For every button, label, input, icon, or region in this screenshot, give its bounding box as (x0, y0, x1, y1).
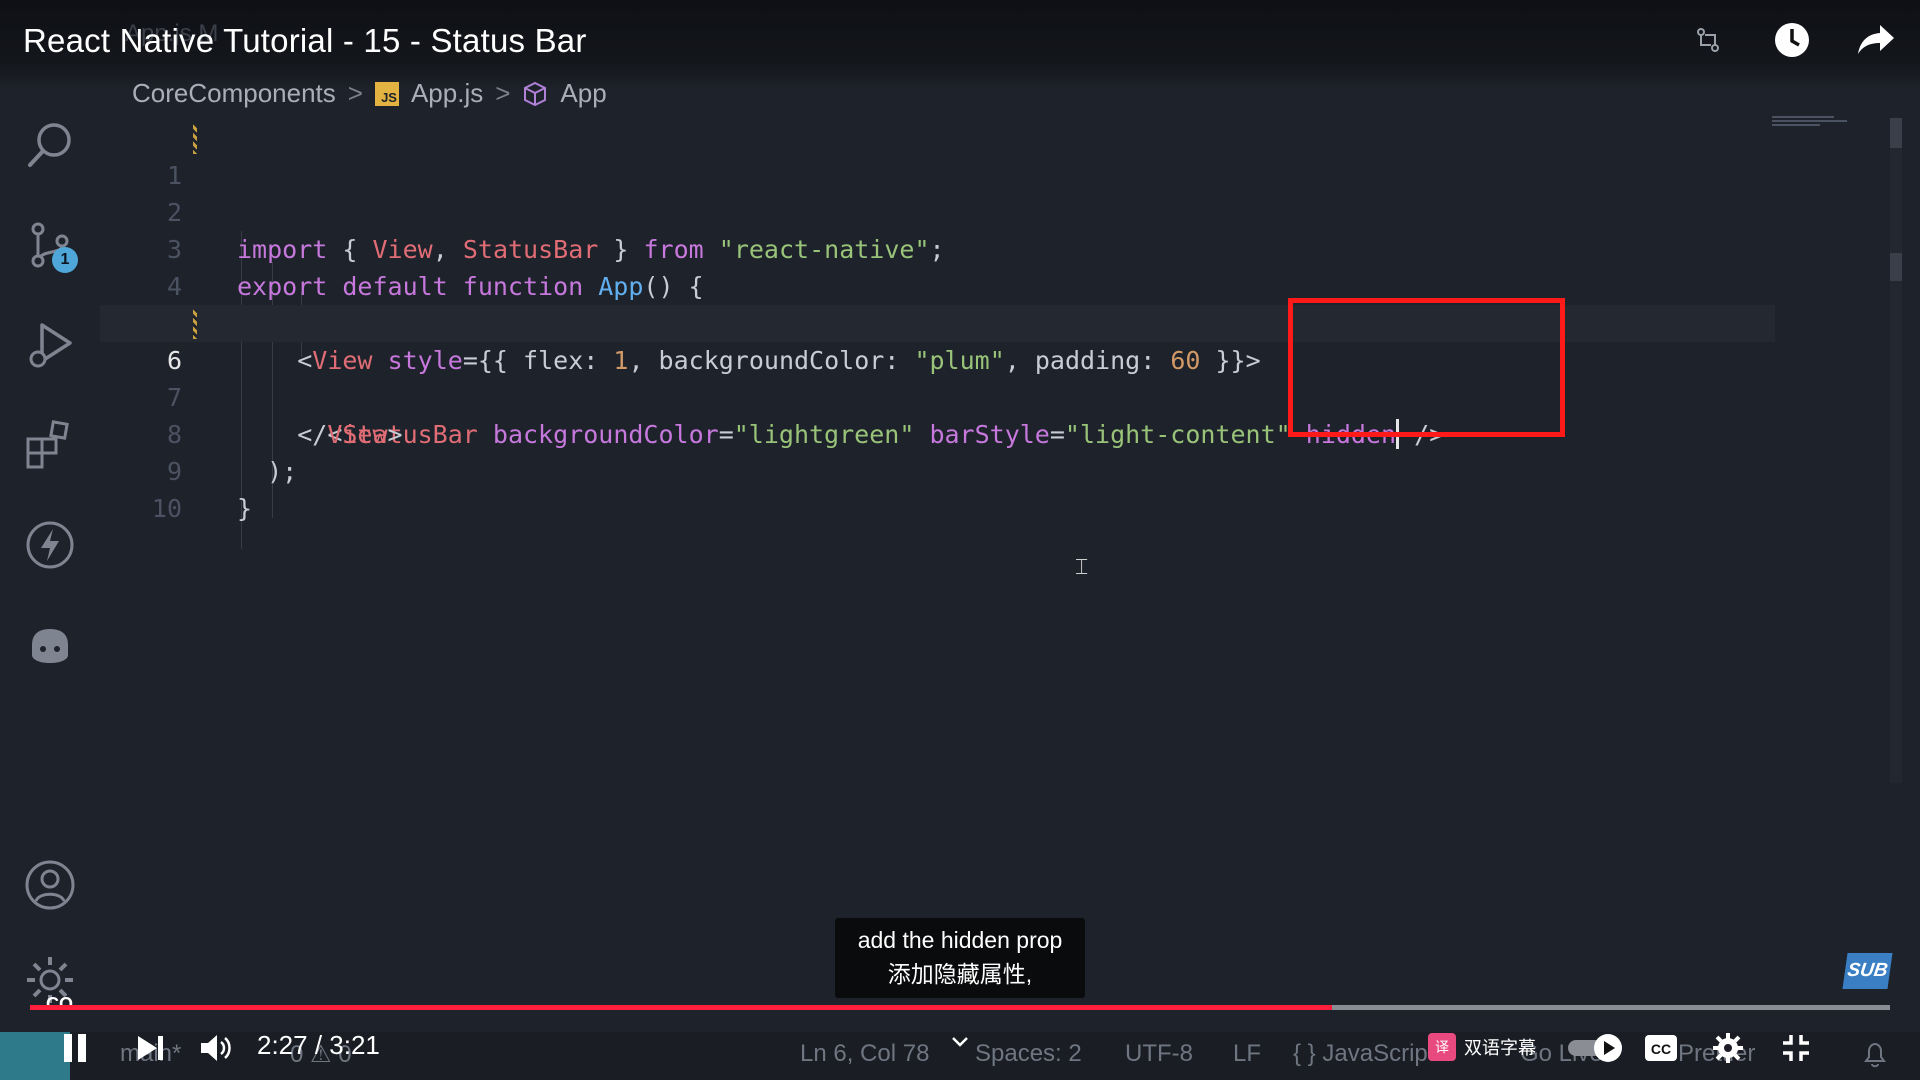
scrollbar-thumb[interactable] (1890, 118, 1902, 148)
git-change-marker (193, 309, 197, 339)
extensions-icon[interactable] (20, 415, 80, 475)
status-eol[interactable]: LF (1233, 1040, 1261, 1068)
subtitle-english: add the hidden prop (857, 927, 1063, 953)
subtitle-box: add the hidden prop 添加隐藏属性, (835, 918, 1085, 998)
thunder-client-icon[interactable] (20, 515, 80, 575)
watch-later-icon[interactable] (1770, 18, 1814, 62)
status-encoding[interactable]: UTF-8 (1125, 1040, 1193, 1068)
next-icon[interactable] (132, 1030, 168, 1066)
search-icon[interactable] (20, 115, 80, 175)
share-icon[interactable] (1854, 18, 1898, 62)
copilot-icon[interactable] (20, 615, 80, 675)
bell-icon[interactable] (1860, 1040, 1890, 1070)
manage-gear-icon[interactable]: CO (20, 950, 80, 1014)
breadcrumb-separator: > (495, 78, 511, 108)
video-progress-bar[interactable] (30, 1005, 1890, 1010)
bilingual-subtitle-label: 双语字幕 (1464, 1038, 1536, 1058)
highlight-annotation-box (1288, 298, 1565, 437)
symbol-cube-icon (524, 81, 547, 106)
code-line[interactable]: 10 (100, 453, 1890, 523)
account-icon[interactable] (20, 855, 80, 915)
status-cursor-position[interactable]: Ln 6, Col 78 (800, 1040, 929, 1068)
compare-icon[interactable] (1686, 18, 1730, 62)
git-change-marker (193, 124, 197, 154)
code-line[interactable]: 9 } (100, 416, 1890, 523)
closed-captions-icon[interactable]: CC (1643, 1032, 1679, 1064)
scm-badge: 1 (52, 247, 78, 273)
video-title[interactable]: React Native Tutorial - 15 - Status Bar (23, 22, 587, 60)
mouse-ibeam-cursor: ⌶ (1075, 554, 1089, 579)
code-line[interactable]: 4 return ( (100, 231, 1890, 338)
video-progress-fill (30, 1005, 1332, 1010)
code-line[interactable]: 5 <View style={{ flex: 1, backgroundColo… (100, 268, 1890, 375)
sub-logo[interactable]: SUB (1842, 953, 1893, 989)
scrollbar-marker (1890, 253, 1902, 281)
video-time: 2:27 / 3:21 (257, 1030, 380, 1060)
breadcrumb: CoreComponents > JS App.js > App (132, 78, 607, 109)
settings-gear-icon[interactable] (1710, 1030, 1746, 1066)
breadcrumb-file[interactable]: App.js (411, 78, 483, 109)
status-language[interactable]: { } JavaScript (1293, 1040, 1434, 1068)
chevron-down-icon[interactable] (948, 1032, 972, 1052)
javascript-file-icon: JS (374, 81, 399, 106)
minimap[interactable] (1772, 116, 1860, 130)
vertical-scrollbar[interactable] (1890, 118, 1902, 783)
exit-fullscreen-icon[interactable] (1778, 1030, 1814, 1066)
breadcrumb-folder[interactable]: CoreComponents (132, 78, 336, 109)
run-debug-icon[interactable] (20, 315, 80, 375)
code-line[interactable]: 8 ); (100, 379, 1890, 486)
bilingual-logo-icon: 译 (1428, 1033, 1456, 1061)
source-control-icon[interactable]: 1 (20, 215, 80, 275)
code-line[interactable]: 2 (100, 157, 1890, 227)
autoplay-toggle[interactable] (1566, 1032, 1626, 1064)
bilingual-subtitle-control[interactable]: 译 双语字幕 (1428, 1033, 1536, 1061)
line-number: 10 (151, 494, 182, 523)
cc-label: CC (1651, 1041, 1671, 1057)
volume-icon[interactable] (196, 1030, 236, 1066)
status-indentation[interactable]: Spaces: 2 (975, 1040, 1082, 1068)
top-icons (1686, 18, 1898, 62)
pause-icon[interactable] (58, 1030, 92, 1066)
code-line[interactable]: 7 </View> (100, 342, 1890, 449)
breadcrumb-separator: > (347, 78, 363, 108)
code-line[interactable]: 3 export default function App() { (100, 194, 1890, 301)
breadcrumb-symbol[interactable]: App (560, 78, 606, 109)
activity-bar: 1 CO (0, 90, 100, 1050)
code-line[interactable]: 1 import { View, StatusBar } from "react… (100, 120, 1890, 264)
code-editor[interactable]: 1 import { View, StatusBar } from "react… (100, 120, 1890, 810)
code-text: } (237, 494, 253, 523)
subtitle-chinese: 添加隐藏属性, (887, 961, 1033, 987)
